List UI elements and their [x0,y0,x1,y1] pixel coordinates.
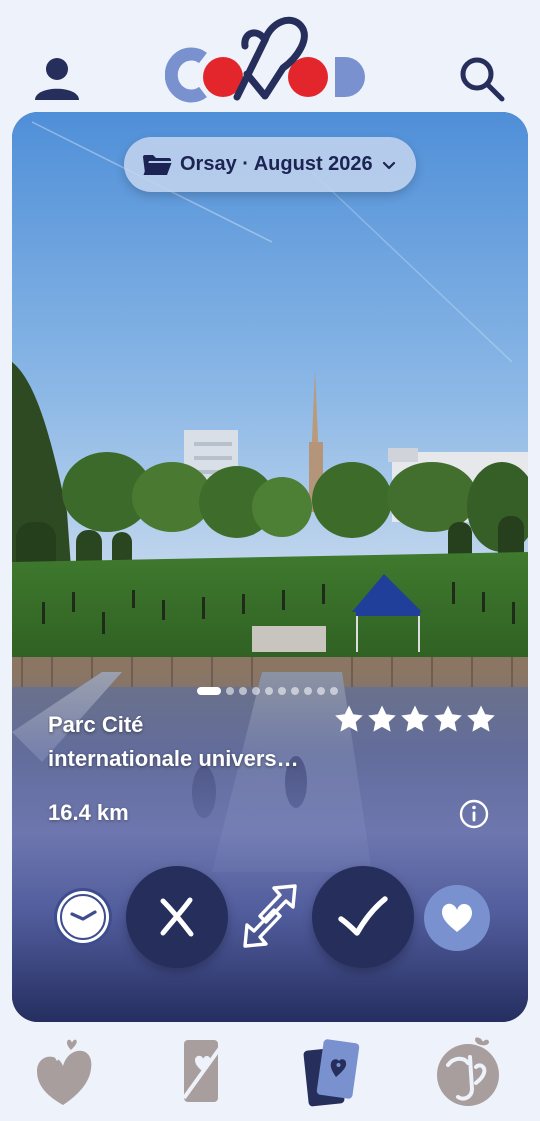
nav-item-cards[interactable] [296,1034,368,1110]
nav-item-matches[interactable] [28,1034,100,1110]
info-icon [459,799,489,829]
search-icon [460,57,505,102]
pager-dot[interactable] [278,687,286,695]
check-icon [338,896,388,936]
place-card[interactable]: Orsay · August 2026 Parc Cité internatio… [12,112,528,1022]
nav-item-discarded[interactable] [166,1034,238,1110]
favorite-button[interactable] [424,885,490,951]
info-button[interactable] [458,798,490,830]
distance-label: 16.4 km [48,800,129,825]
folder-label: Orsay · August 2026 [180,153,373,175]
pager-dot[interactable] [317,687,325,695]
star-icon [434,705,462,732]
pager-dot[interactable] [265,687,273,695]
folder-selector[interactable]: Orsay · August 2026 [124,137,416,192]
rating-stars [334,704,496,734]
star-icon [467,705,495,732]
heart-icon [442,903,472,932]
place-name-line-1: Parc Cité [48,712,144,737]
accept-button[interactable] [312,866,414,968]
nav-item-profile[interactable] [432,1034,504,1110]
pager-dot[interactable] [197,687,221,695]
hearts-icon [37,1038,92,1105]
search-button[interactable] [455,52,509,106]
star-icon [335,705,363,732]
header [0,0,540,110]
swap-button[interactable] [238,882,302,950]
folder-icon [143,154,172,175]
pager-dot[interactable] [252,687,260,695]
reject-button[interactable] [126,866,228,968]
chevron-down-icon [382,161,395,169]
clock-icon [57,891,109,943]
pager-dot[interactable] [330,687,338,695]
star-icon [401,705,429,732]
place-name: Parc Cité internationale univers… [48,708,328,776]
pager-dot[interactable] [226,687,234,695]
person-icon [35,58,79,100]
photo-pager[interactable] [197,686,338,696]
pager-dot[interactable] [304,687,312,695]
card-slash-icon [182,1040,222,1102]
swap-icon [243,884,297,948]
later-button[interactable] [54,888,112,946]
comod-logo [164,10,375,105]
pager-dot[interactable] [239,687,247,695]
cards-icon [303,1039,360,1107]
profile-heart-icon [437,1035,499,1106]
bottom-nav [0,1028,540,1121]
close-icon [160,897,194,937]
pager-dot[interactable] [291,687,299,695]
star-icon [368,705,396,732]
profile-button[interactable] [30,52,84,106]
place-name-line-2: internationale univers… [48,746,299,771]
